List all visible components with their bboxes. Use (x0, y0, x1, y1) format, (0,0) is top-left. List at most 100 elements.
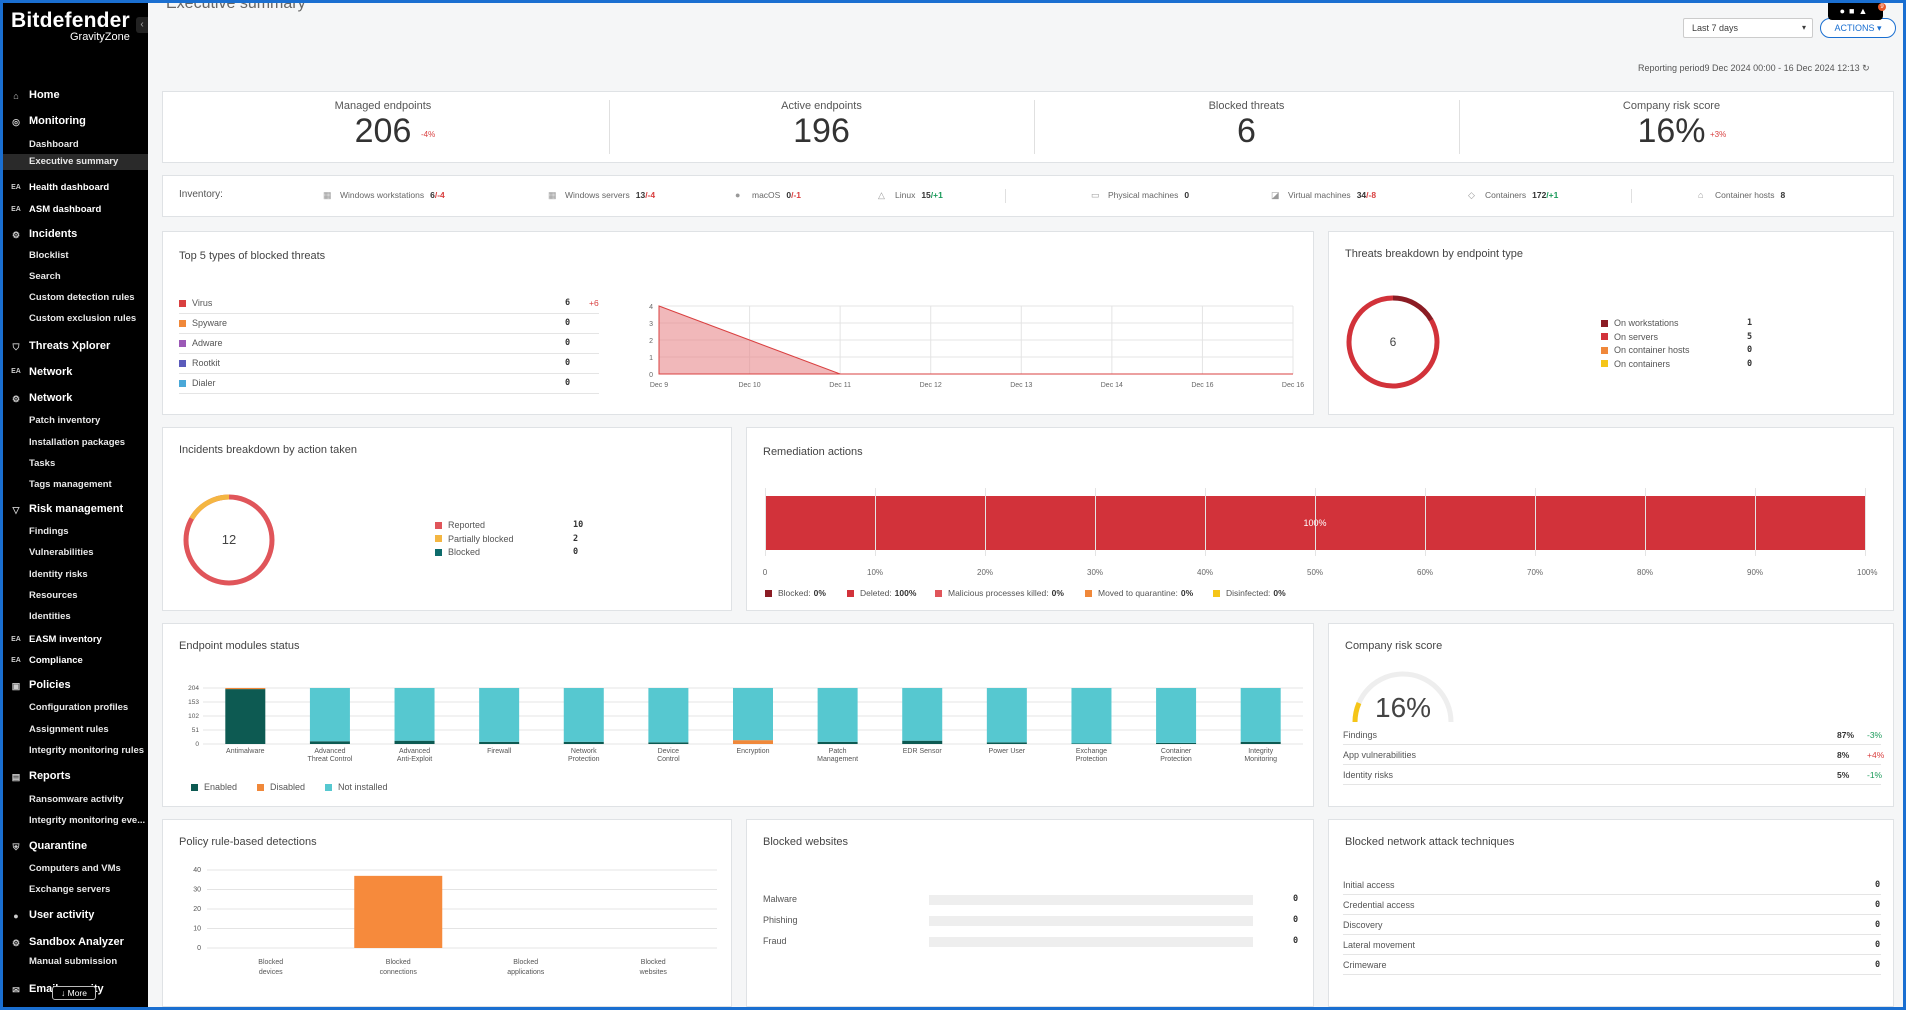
sidebar-item-user-activity[interactable]: ● User activity (3, 906, 148, 924)
legend-item[interactable]: Malicious processes killed: 0% (935, 588, 1064, 598)
sidebar-item-resources[interactable]: Resources (3, 588, 148, 604)
legend-item[interactable]: Reported 10 (435, 520, 595, 530)
inventory-item[interactable]: ● macOS 0/-1 (735, 190, 801, 200)
legend-item[interactable]: Not installed (325, 782, 388, 792)
bar-not-installed[interactable] (648, 688, 689, 743)
legend-item[interactable]: Dialer 0 (179, 378, 599, 388)
bar-enabled[interactable] (1156, 742, 1197, 744)
bar-enabled[interactable] (1071, 743, 1112, 744)
sidebar-item-quarantine[interactable]: ⛨ Quarantine (3, 837, 148, 855)
bar-not-installed[interactable] (1240, 688, 1281, 742)
bar-enabled[interactable] (902, 740, 943, 744)
legend-item[interactable]: Blocked 0 (435, 547, 595, 557)
sidebar-item-integrity-monitoring-eve[interactable]: Integrity monitoring eve... (3, 813, 148, 829)
legend-item[interactable]: Disinfected: 0% (1213, 588, 1286, 598)
inventory-item[interactable]: ◇ Containers 172/+1 (1468, 190, 1558, 201)
sidebar-item-tags-management[interactable]: Tags management (3, 477, 148, 493)
inventory-item[interactable]: ⌂ Container hosts 8 (1698, 190, 1785, 200)
sidebar-item-home[interactable]: ⌂ Home (3, 86, 148, 104)
inventory-item[interactable]: ◪ Virtual machines 34/-8 (1271, 190, 1376, 201)
sidebar-item-dashboard[interactable]: Dashboard (3, 137, 148, 153)
logo[interactable]: Bitdefender GravityZone (11, 9, 130, 43)
bar-disabled[interactable] (225, 688, 266, 690)
bar-disabled[interactable] (733, 740, 773, 744)
sidebar-item-network[interactable]: ⚙ Network (3, 389, 148, 407)
bar-blocked-connections[interactable] (354, 875, 443, 948)
sidebar-item-custom-exclusion-rules[interactable]: Custom exclusion rules (3, 311, 148, 327)
bar-enabled[interactable] (817, 741, 858, 744)
sidebar-item-patch-inventory[interactable]: Patch inventory (3, 413, 148, 429)
inventory-item[interactable]: ▦ Windows servers 13/-4 (548, 190, 655, 201)
legend-item[interactable]: Moved to quarantine: 0% (1085, 588, 1193, 598)
bar-enabled[interactable] (563, 741, 604, 744)
bar-enabled[interactable] (225, 689, 266, 744)
sidebar-item-findings[interactable]: Findings (3, 524, 148, 540)
kpi-active-endpoints[interactable]: Active endpoints 196 (609, 92, 1034, 162)
website-category-bar[interactable] (929, 895, 1253, 905)
sidebar-item-ransomware-activity[interactable]: Ransomware activity (3, 792, 148, 808)
refresh-icon[interactable]: ↻ (1862, 63, 1870, 73)
legend-item[interactable]: Partially blocked 2 (435, 534, 595, 544)
kpi-managed-endpoints[interactable]: Managed endpoints 206 -4% (163, 92, 603, 162)
sidebar-item-health-dashboard[interactable]: EA Health dashboard (3, 179, 148, 197)
sidebar-item-risk-management[interactable]: ▽ Risk management (3, 500, 148, 518)
sidebar-item-computers-and-vms[interactable]: Computers and VMs (3, 861, 148, 877)
sidebar-item-threats-xplorer[interactable]: ⛉ Threats Xplorer (3, 337, 148, 355)
inventory-item[interactable]: ▭ Physical machines 0 (1091, 190, 1189, 201)
bar-not-installed[interactable] (902, 688, 943, 741)
actions-button[interactable]: ACTIONS ▾ (1820, 18, 1896, 38)
legend-item[interactable]: On containers 0 (1601, 359, 1771, 369)
bar-not-installed[interactable] (1156, 688, 1197, 743)
sidebar-item-sandbox-analyzer[interactable]: ⚙ Sandbox Analyzer (3, 933, 148, 951)
user-icon[interactable]: ● (1840, 6, 1849, 16)
legend-item[interactable]: Virus 6 +6 (179, 298, 599, 308)
legend-item[interactable]: On servers 5 (1601, 332, 1771, 342)
legend-item[interactable]: Adware 0 (179, 338, 599, 348)
bar-enabled[interactable] (648, 742, 689, 744)
sidebar-item-network[interactable]: EA Network (3, 363, 148, 381)
bar-not-installed[interactable] (479, 688, 520, 742)
legend-item[interactable]: On workstations 1 (1601, 318, 1771, 328)
inventory-item[interactable]: ▦ Windows workstations 6/-4 (323, 190, 445, 201)
legend-item[interactable]: Rootkit 0 (179, 358, 599, 368)
sidebar-item-configuration-profiles[interactable]: Configuration profiles (3, 700, 148, 716)
inventory-item[interactable]: △ Linux 15/+1 (878, 190, 943, 201)
legend-item[interactable]: Deleted: 100% (847, 588, 916, 598)
sidebar-item-identities[interactable]: Identities (3, 609, 148, 625)
sidebar-item-search[interactable]: Search (3, 269, 148, 285)
bar-enabled[interactable] (309, 741, 350, 744)
sidebar-item-vulnerabilities[interactable]: Vulnerabilities (3, 545, 148, 561)
bar-enabled[interactable] (479, 741, 520, 744)
website-category-bar[interactable] (929, 937, 1253, 947)
legend-item[interactable]: Spyware 0 (179, 318, 599, 328)
sidebar-item-blocklist[interactable]: Blocklist (3, 248, 148, 264)
bar-not-installed[interactable] (733, 688, 773, 741)
bar-not-installed[interactable] (986, 688, 1027, 743)
sidebar-item-asm-dashboard[interactable]: EA ASM dashboard (3, 201, 148, 219)
more-button[interactable]: ↓ More (52, 986, 96, 1000)
sidebar-item-custom-detection-rules[interactable]: Custom detection rules (3, 290, 148, 306)
sidebar-item-monitoring[interactable]: ◎ Monitoring (3, 112, 148, 130)
bar-not-installed[interactable] (817, 688, 858, 742)
sidebar-item-identity-risks[interactable]: Identity risks (3, 567, 148, 583)
sidebar-item-integrity-monitoring-rules[interactable]: Integrity monitoring rules (3, 743, 148, 759)
sidebar-item-incidents[interactable]: ⚙ Incidents (3, 225, 148, 243)
kpi-blocked-threats[interactable]: Blocked threats 6 (1034, 92, 1459, 162)
legend-item[interactable]: Disabled (257, 782, 305, 792)
sidebar-item-tasks[interactable]: Tasks (3, 456, 148, 472)
sidebar-item-reports[interactable]: ▤ Reports (3, 767, 148, 785)
bar-not-installed[interactable] (1071, 688, 1112, 744)
bar-not-installed[interactable] (563, 688, 604, 742)
bar-enabled[interactable] (1240, 741, 1281, 744)
sidebar-item-manual-submission[interactable]: Manual submission (3, 954, 148, 970)
sidebar-item-exchange-servers[interactable]: Exchange servers (3, 882, 148, 898)
sidebar-item-policies[interactable]: ▣ Policies (3, 676, 148, 694)
kpi-company-risk-score[interactable]: Company risk score 16% +3% (1459, 92, 1884, 162)
bar-not-installed[interactable] (309, 688, 350, 742)
sidebar-item-executive-summary[interactable]: Executive summary (3, 154, 148, 170)
sidebar-item-compliance[interactable]: EA Compliance (3, 652, 148, 670)
legend-item[interactable]: Enabled (191, 782, 237, 792)
website-category-bar[interactable] (929, 916, 1253, 926)
legend-item[interactable]: Blocked: 0% (765, 588, 826, 598)
bell-icon[interactable]: ▲ (1858, 6, 1871, 16)
